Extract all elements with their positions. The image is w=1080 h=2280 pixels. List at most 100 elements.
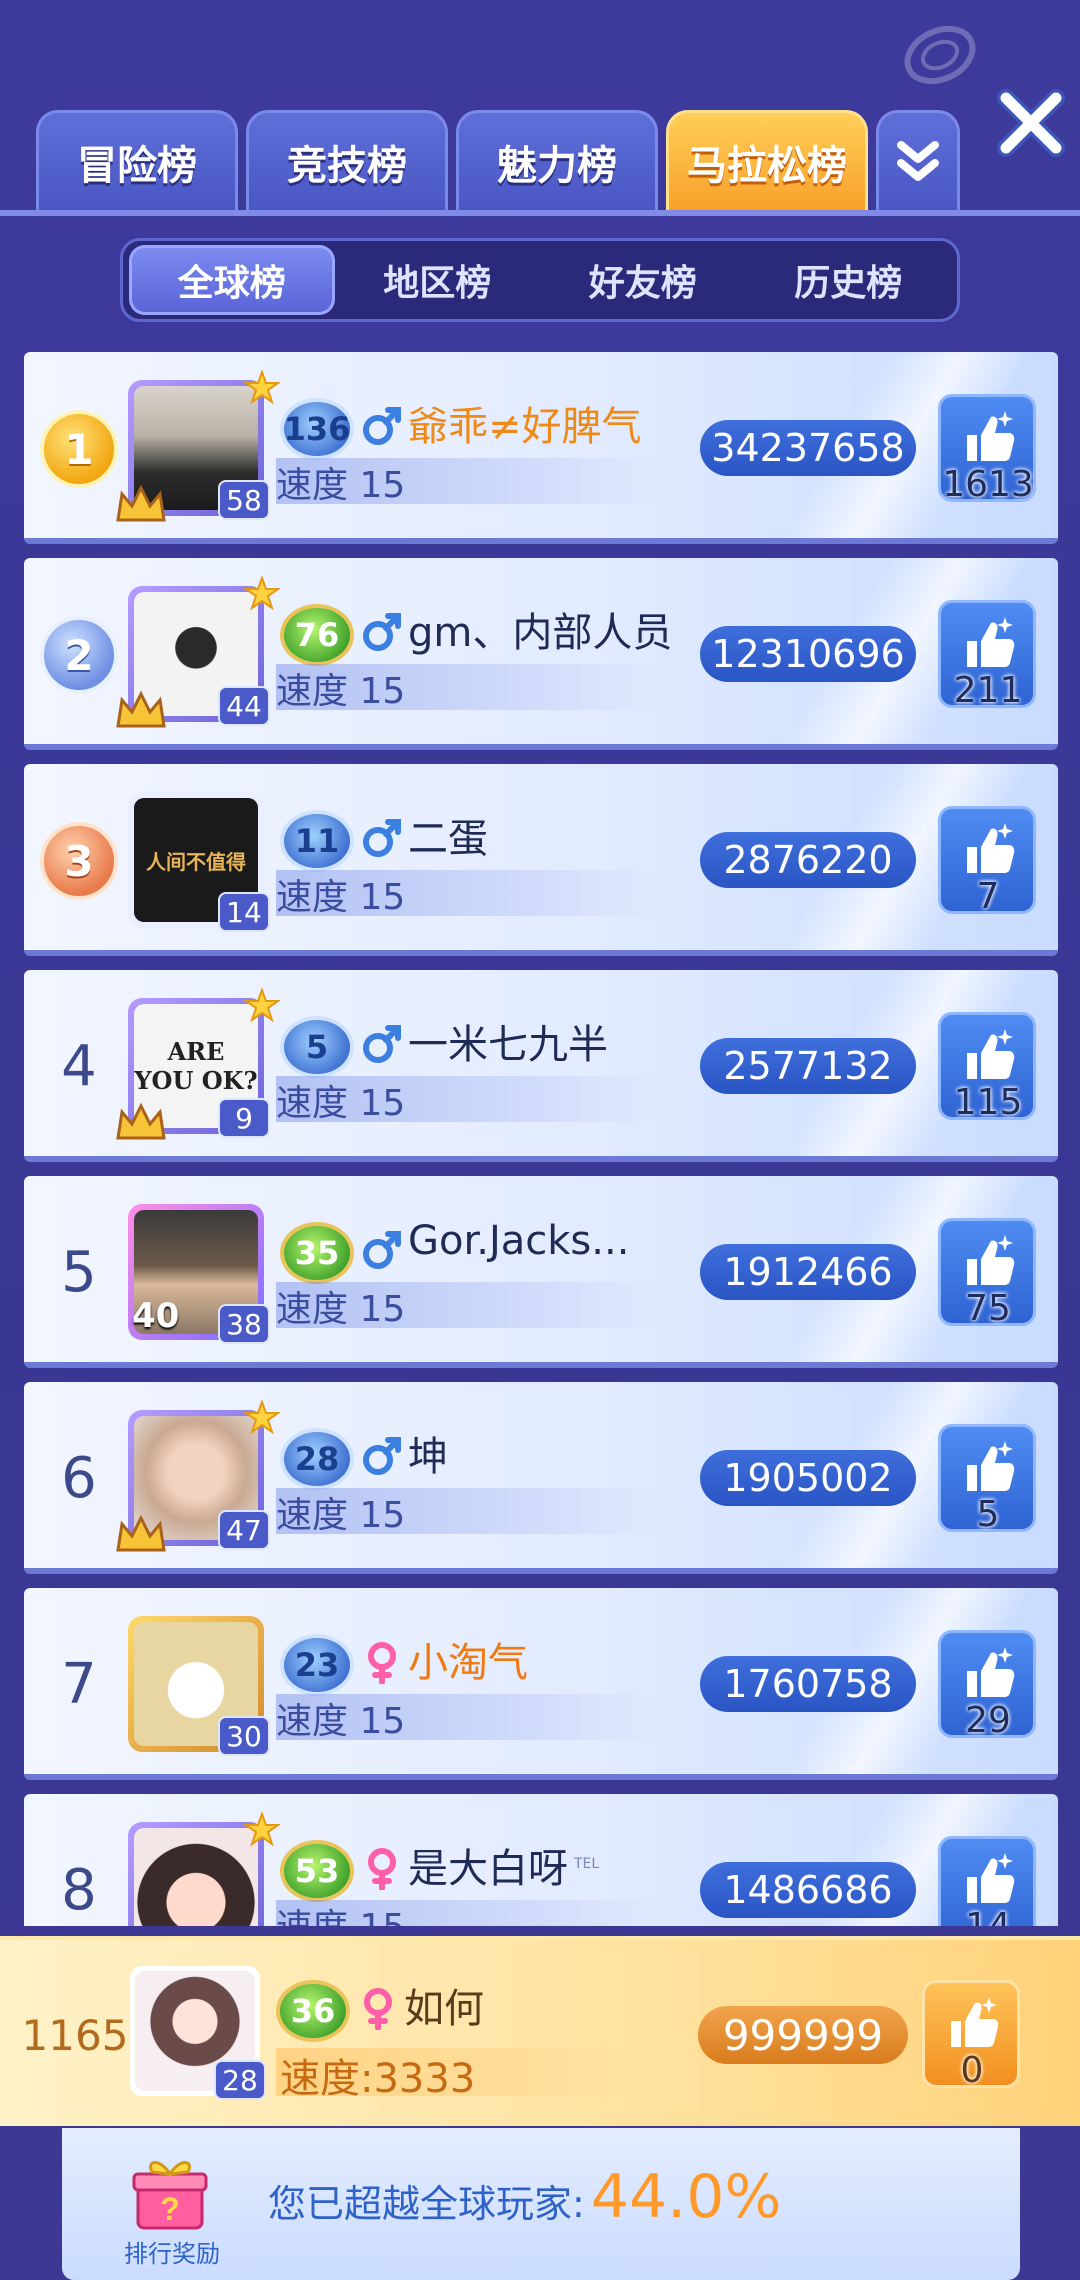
decor-emblem-icon bbox=[904, 25, 976, 85]
avatar-level-badge: 14 bbox=[218, 892, 270, 932]
ranking-row[interactable]: 6 47 28 坤 速度 15 1905002 5 bbox=[24, 1382, 1058, 1574]
tab-history[interactable]: 历史榜 bbox=[746, 245, 952, 315]
score-pill: 12310696 bbox=[700, 626, 916, 682]
male-icon bbox=[363, 407, 401, 445]
like-count: 14 bbox=[908, 1906, 1058, 1926]
my-score-pill: 999999 bbox=[698, 2006, 908, 2064]
tab-global[interactable]: 全球榜 bbox=[129, 245, 335, 315]
avatar[interactable]: 44 bbox=[116, 576, 280, 728]
beyond-text: 您已超越全球玩家: bbox=[268, 2182, 585, 2226]
tab-charm[interactable]: 魅力榜 bbox=[456, 110, 658, 210]
ranking-row[interactable]: 7 30 23 小淘气 速度 15 1760758 29 bbox=[24, 1588, 1058, 1780]
score-pill: 1905002 bbox=[700, 1450, 916, 1506]
thumbs-up-icon bbox=[967, 1235, 1015, 1285]
stars-icon bbox=[242, 988, 280, 1023]
ranking-row[interactable]: 5 40 38 35 Gor.Jacks... 速度 15 1912466 75 bbox=[24, 1176, 1058, 1368]
crown-icon bbox=[116, 1102, 166, 1140]
user-level-badge: 28 bbox=[280, 1428, 354, 1490]
avatar-level-badge: 47 bbox=[218, 1510, 270, 1550]
avatar[interactable] bbox=[128, 1812, 280, 1926]
thumbs-up-icon bbox=[967, 1853, 1015, 1903]
avatar[interactable]: 40 38 bbox=[128, 1204, 270, 1344]
name-tag: TEL bbox=[574, 1855, 600, 1872]
stars-icon bbox=[242, 1400, 280, 1435]
my-speed-label: 速度:3333 bbox=[280, 2056, 476, 2102]
speed-label: 速度 15 bbox=[276, 877, 406, 918]
tab-adventure[interactable]: 冒险榜 bbox=[36, 110, 238, 210]
crown-icon bbox=[116, 1514, 166, 1552]
thumbs-up-icon bbox=[951, 1997, 999, 2047]
avatar[interactable]: 30 bbox=[128, 1616, 270, 1756]
avatar-level-badge: 44 bbox=[218, 686, 270, 726]
thumbs-up-icon bbox=[967, 1647, 1015, 1697]
user-level-badge: 136 bbox=[280, 398, 354, 460]
avatar[interactable]: ARE YOU OK? 9 bbox=[116, 988, 280, 1140]
avatar-caption: 人间不值得 bbox=[146, 849, 246, 874]
ranking-list[interactable]: 1 58 136 爺乖≠好脾气 速度 15 34237658 1613 2 44… bbox=[24, 352, 1058, 1926]
female-icon bbox=[368, 1848, 396, 1890]
bottom-reward-panel: ? 排行奖励 您已超越全球玩家: 44.0% bbox=[62, 2128, 1020, 2280]
beyond-percent: 44.0% bbox=[590, 2162, 782, 2232]
female-icon bbox=[364, 1988, 392, 2030]
avatar-level-badge: 30 bbox=[218, 1716, 270, 1756]
more-tabs-button[interactable] bbox=[876, 110, 960, 210]
user-level-value: 76 bbox=[294, 616, 340, 654]
crown-icon bbox=[116, 690, 166, 728]
my-ranking-row: 1165 28 36 如何 速度:3333 999999 0 bbox=[0, 1936, 1080, 2126]
speed-label: 速度 15 bbox=[276, 1701, 406, 1742]
rank-number: 5 bbox=[61, 1239, 97, 1305]
tab-friends[interactable]: 好友榜 bbox=[540, 245, 746, 315]
like-count: 7 bbox=[976, 876, 1000, 917]
my-avatar[interactable]: 28 bbox=[130, 1966, 266, 2100]
tab-region[interactable]: 地区榜 bbox=[335, 245, 541, 315]
avatar[interactable]: 人间不值得 14 bbox=[128, 792, 270, 932]
stars-icon bbox=[242, 1812, 280, 1847]
like-count: 1613 bbox=[942, 464, 1034, 505]
my-like-count: 0 bbox=[960, 2050, 984, 2091]
tab-arena[interactable]: 竞技榜 bbox=[246, 110, 448, 210]
gift-icon[interactable]: ? bbox=[130, 2152, 210, 2232]
male-icon bbox=[363, 1025, 401, 1063]
speed-label: 速度 15 bbox=[276, 1495, 406, 1536]
male-icon bbox=[363, 1437, 401, 1475]
player-name: 坤 bbox=[408, 1434, 448, 1480]
score-pill: 2876220 bbox=[700, 832, 916, 888]
ranking-row[interactable]: 1 58 136 爺乖≠好脾气 速度 15 34237658 1613 bbox=[24, 352, 1058, 544]
like-count: 29 bbox=[965, 1700, 1011, 1741]
user-level-badge: 23 bbox=[280, 1634, 354, 1696]
speed-label: 速度 15 bbox=[276, 1289, 406, 1330]
player-name: 是大白呀 TEL bbox=[408, 1836, 599, 1894]
avatar[interactable]: 58 bbox=[116, 370, 280, 522]
avatar-caption: ARE YOU OK? bbox=[134, 1037, 258, 1095]
ranking-row[interactable]: 8 53 是大白呀 TEL 速度 15 1486686 14 bbox=[24, 1794, 1058, 1926]
avatar[interactable]: 47 bbox=[116, 1400, 280, 1552]
reward-label[interactable]: 排行奖励 bbox=[112, 2234, 232, 2269]
ranking-row[interactable]: 2 44 76 gm、内部人员 速度 15 12310696 211 bbox=[24, 558, 1058, 750]
avatar-level-badge: 38 bbox=[218, 1304, 270, 1344]
thumbs-up-icon bbox=[967, 823, 1015, 873]
beyond-stat: 您已超越全球玩家: 44.0% bbox=[268, 2162, 781, 2232]
speed-label: 速度 15 bbox=[276, 465, 406, 506]
player-name: 一米七九半 bbox=[408, 1022, 608, 1068]
score-pill: 1486686 bbox=[700, 1862, 916, 1918]
thumbs-up-icon bbox=[967, 1029, 1015, 1079]
speed-label: 速度 15 bbox=[276, 1898, 405, 1926]
my-level-badge: 36 bbox=[276, 1980, 350, 2042]
ranking-row[interactable]: 4 ARE YOU OK? 9 5 一米七九半 速度 15 2577132 11… bbox=[24, 970, 1058, 1162]
close-icon[interactable] bbox=[996, 88, 1066, 158]
player-name: 小淘气 bbox=[408, 1640, 528, 1686]
svg-text:?: ? bbox=[160, 2191, 180, 2227]
rank-medal-silver: 2 bbox=[40, 616, 118, 694]
player-name: 爺乖≠好脾气 bbox=[408, 404, 642, 450]
tab-marathon[interactable]: 马拉松榜 bbox=[666, 110, 868, 210]
avatar-extra-number: 40 bbox=[132, 1296, 180, 1336]
user-level-value: 53 bbox=[294, 1852, 340, 1890]
ranking-row[interactable]: 3 人间不值得 14 11 二蛋 速度 15 2876220 7 bbox=[24, 764, 1058, 956]
like-count: 115 bbox=[953, 1082, 1023, 1123]
user-level-badge: 11 bbox=[280, 810, 354, 872]
stars-icon bbox=[242, 576, 280, 611]
chevron-double-down-icon bbox=[897, 140, 939, 181]
player-name: 二蛋 bbox=[408, 816, 488, 862]
player-name: gm、内部人员 bbox=[408, 610, 673, 656]
male-icon bbox=[363, 1231, 401, 1269]
